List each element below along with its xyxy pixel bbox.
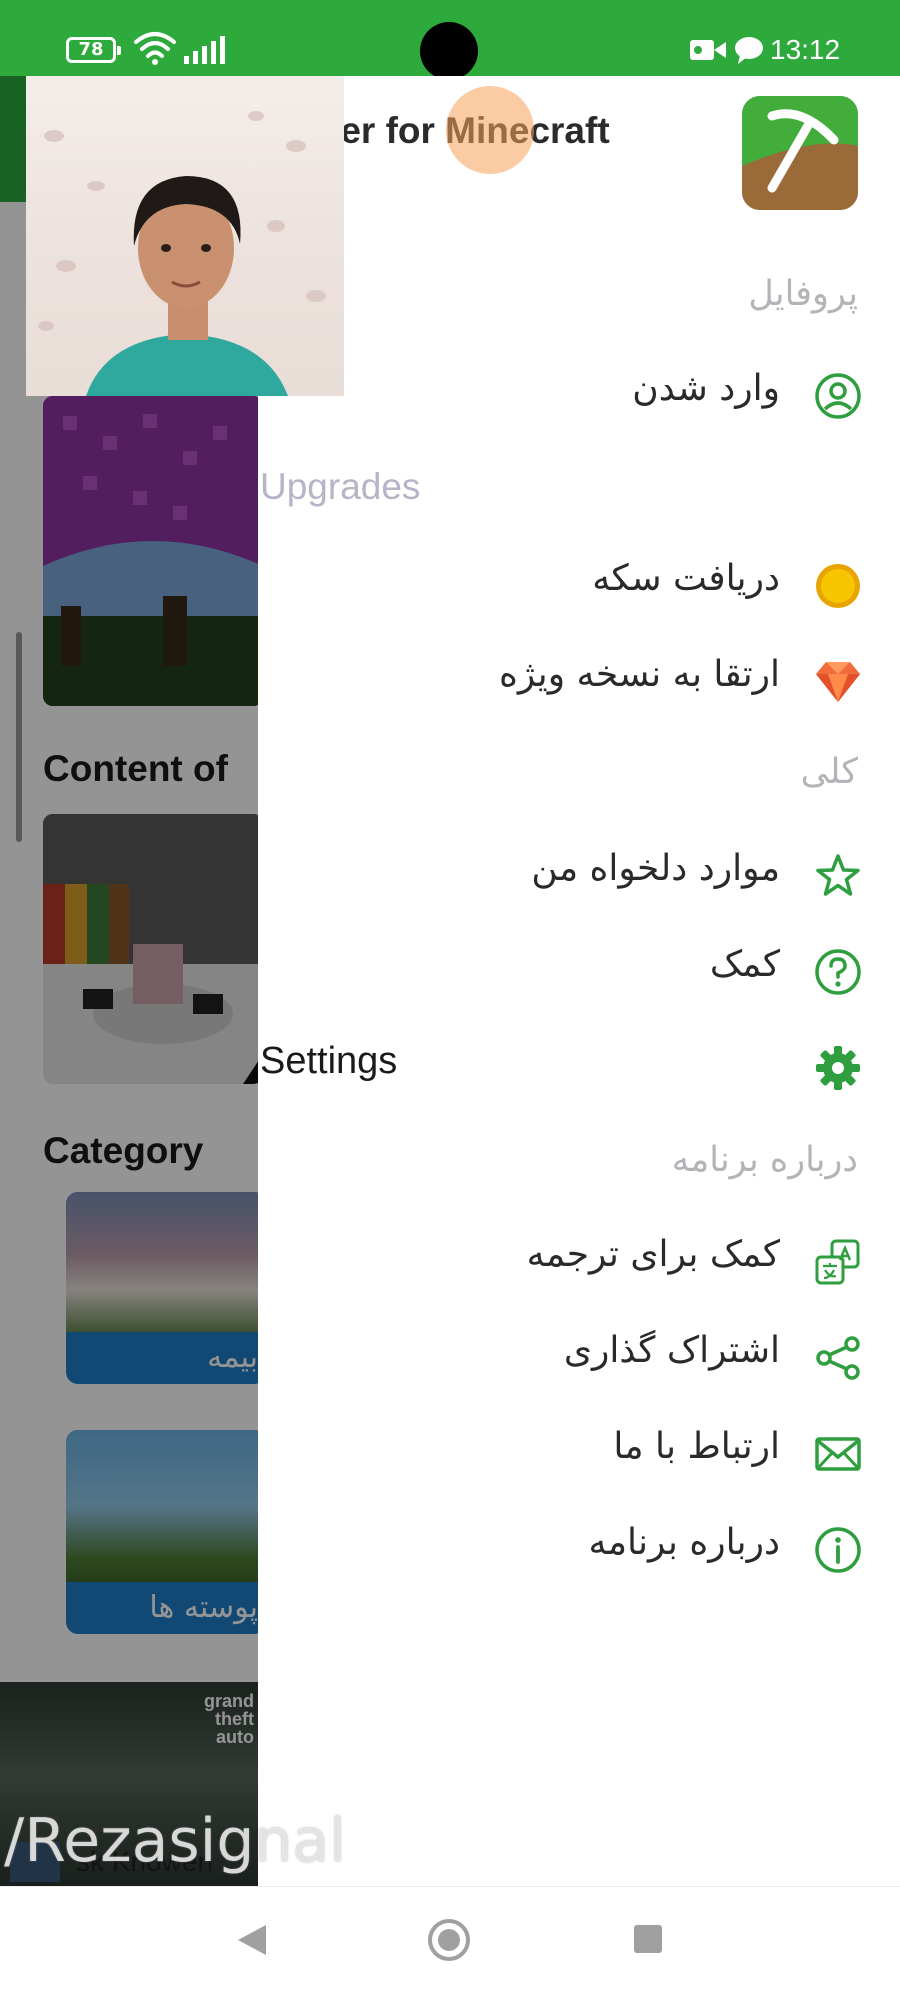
menu-item-label: ارتباط با ما (613, 1426, 780, 1467)
video-camera-icon (690, 40, 726, 60)
menu-item-upgrade-premium[interactable]: ارتقا به نسخه ویژه (258, 642, 900, 722)
battery-icon: 78 (66, 37, 121, 63)
pip-video-frame (38, 111, 326, 396)
account-circle-icon (815, 373, 861, 419)
navigation-drawer: ter for Minecraft پروفایل وارد شدن Upgra… (258, 76, 900, 1886)
status-time: 13:12 (770, 34, 841, 65)
front-camera-cutout (420, 22, 478, 80)
help-circle-icon (815, 949, 861, 995)
menu-item-settings[interactable]: Settings (258, 1028, 900, 1108)
share-icon (816, 1336, 860, 1380)
menu-item-get-coins[interactable]: دریافت سکه (258, 546, 900, 626)
touch-indicator (446, 86, 534, 174)
system-nav-bar (0, 1886, 900, 1994)
coin-icon (816, 564, 860, 608)
gear-icon (816, 1046, 860, 1090)
mail-icon (815, 1437, 861, 1471)
menu-item-about-app[interactable]: درباره برنامه (258, 1510, 900, 1590)
app-logo (742, 96, 858, 210)
translate-icon (815, 1239, 860, 1285)
section-profile: پروفایل (748, 274, 858, 314)
menu-item-label: وارد شدن (632, 368, 780, 409)
diamond-icon (816, 662, 860, 702)
home-icon[interactable] (428, 1919, 470, 1961)
menu-item-label: موارد دلخواه من (531, 848, 780, 889)
menu-item-label: دریافت سکه (592, 558, 780, 599)
menu-item-favorites[interactable]: موارد دلخواه من (258, 836, 900, 916)
menu-item-label: کمک (709, 944, 780, 985)
menu-item-login[interactable]: وارد شدن (258, 356, 900, 436)
chat-bubble-icon (735, 37, 763, 64)
star-icon (816, 854, 860, 896)
menu-item-contact-us[interactable]: ارتباط با ما (258, 1414, 900, 1494)
menu-item-share[interactable]: اشتراک گذاری (258, 1318, 900, 1398)
back-icon[interactable] (236, 1923, 268, 1957)
menu-item-help-translate[interactable]: کمک برای ترجمه (258, 1222, 900, 1302)
battery-level: 78 (78, 39, 104, 60)
menu-item-help[interactable]: کمک (258, 932, 900, 1012)
cell-signal-icon (184, 36, 225, 64)
menu-item-label: اشتراک گذاری (563, 1330, 780, 1371)
menu-item-label: Settings (260, 1040, 398, 1082)
menu-item-label: درباره برنامه (588, 1522, 780, 1563)
section-general: کلی (800, 752, 858, 792)
channel-watermark: /Rezasignal (4, 1806, 346, 1876)
menu-item-label: ارتقا به نسخه ویژه (498, 654, 780, 695)
info-icon (815, 1527, 861, 1573)
recents-icon[interactable] (634, 1925, 662, 1953)
pip-video-overlay[interactable] (26, 76, 344, 396)
section-about: درباره برنامه (671, 1140, 858, 1180)
wifi-icon (134, 32, 176, 65)
section-upgrades: Upgrades (260, 466, 421, 507)
pickaxe-icon (742, 96, 858, 210)
menu-item-label: کمک برای ترجمه (526, 1234, 780, 1275)
status-bar: 78 13:12 (0, 0, 900, 80)
